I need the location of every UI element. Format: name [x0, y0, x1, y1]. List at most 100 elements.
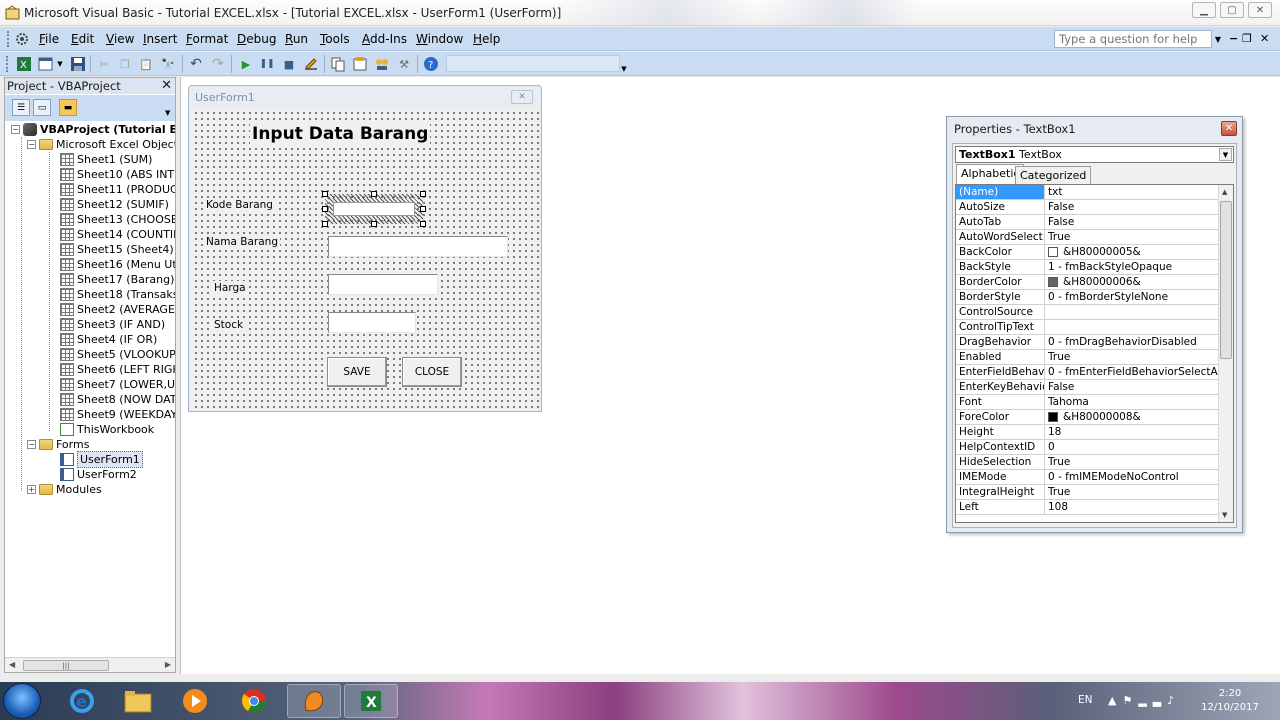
property-row[interactable]: AutoTab False [956, 215, 1218, 230]
property-value[interactable]: &H80000008& [1045, 410, 1218, 424]
chrome-icon[interactable] [227, 684, 281, 718]
property-row[interactable]: HideSelection True [956, 455, 1218, 470]
find-icon[interactable]: 🔭 [160, 56, 176, 72]
tree-item-sheet[interactable]: Sheet9 (WEEKDAY) [60, 407, 175, 422]
tree-item-sheet[interactable]: Sheet13 (CHOOSE) [60, 212, 175, 227]
property-row[interactable]: (Name) txt [956, 185, 1218, 200]
mdi-close-icon[interactable]: ✕ [1260, 32, 1269, 45]
label-kode-barang[interactable]: Kode Barang [204, 198, 275, 212]
project-toolbar-more-icon[interactable]: ▼ [165, 109, 170, 117]
toolbox-icon[interactable]: ⚒ [396, 56, 412, 72]
property-value[interactable]: Tahoma [1045, 395, 1218, 409]
tree-folder-excel-objects[interactable]: − Microsoft Excel Objects [27, 137, 175, 152]
design-mode-icon[interactable] [303, 56, 319, 72]
file-explorer-icon[interactable] [111, 684, 165, 718]
object-select[interactable]: TextBox1 TextBox ▼ [955, 146, 1234, 163]
property-row[interactable]: EnterFieldBehavior0 - fmEnterFieldBehavi… [956, 365, 1218, 380]
property-row[interactable]: HelpContextID 0 [956, 440, 1218, 455]
tree-item-sheet[interactable]: Sheet17 (Barang) [60, 272, 174, 287]
resize-handle[interactable] [322, 206, 328, 212]
property-value[interactable]: True [1045, 230, 1218, 244]
property-value[interactable]: 1 - fmBackStyleOpaque [1045, 260, 1218, 274]
menu-add-ins[interactable]: Add-Ins [362, 32, 407, 46]
paint-app-icon[interactable] [287, 684, 341, 718]
menu-view[interactable]: View [106, 32, 134, 46]
cut-icon[interactable]: ✂ [96, 56, 112, 72]
property-value[interactable]: 0 [1045, 440, 1218, 454]
property-value[interactable]: txt [1045, 185, 1218, 199]
resize-handle[interactable] [420, 206, 426, 212]
tree-item-sheet[interactable]: Sheet11 (PRODUCT, [60, 182, 175, 197]
tree-item-sheet[interactable]: Sheet3 (IF AND) [60, 317, 165, 332]
property-value[interactable]: &H80000005& [1045, 245, 1218, 259]
menu-insert[interactable]: Insert [143, 32, 177, 46]
property-value[interactable]: False [1045, 215, 1218, 229]
property-value[interactable]: 0 - fmDragBehaviorDisabled [1045, 335, 1218, 349]
property-value[interactable] [1045, 320, 1218, 334]
scroll-right-icon[interactable]: ▶ [165, 660, 171, 669]
menu-file[interactable]: File [39, 32, 59, 46]
start-button[interactable] [3, 683, 41, 719]
undo-icon[interactable]: ↶ [188, 56, 204, 72]
media-player-icon[interactable] [168, 684, 222, 718]
project-horizontal-scrollbar[interactable]: ◀ ||| ▶ [5, 657, 175, 672]
tree-item-sheet[interactable]: Sheet1 (SUM) [60, 152, 152, 167]
insert-dropdown-icon[interactable]: ▼ [56, 56, 64, 72]
menu-window[interactable]: Window [416, 32, 463, 46]
label-nama-barang[interactable]: Nama Barang [204, 235, 280, 249]
tree-item-userform1[interactable]: UserForm1 [60, 451, 143, 468]
break-icon[interactable]: ❚❚ [259, 56, 275, 72]
property-row[interactable]: IMEMode 0 - fmIMEModeNoControl [956, 470, 1218, 485]
resize-handle[interactable] [322, 191, 328, 197]
tree-item-sheet[interactable]: Sheet18 (Transaksi) [60, 287, 175, 302]
paste-icon[interactable]: 📋 [138, 56, 154, 72]
collapse-icon[interactable]: − [27, 140, 36, 149]
help-icon[interactable]: ? [423, 56, 439, 72]
resize-handle[interactable] [420, 191, 426, 197]
property-row[interactable]: BackStyle 1 - fmBackStyleOpaque [956, 260, 1218, 275]
property-row[interactable]: BorderColor &H80000006& [956, 275, 1218, 290]
property-row[interactable]: BackColor &H80000005& [956, 245, 1218, 260]
userform-canvas[interactable]: Input Data Barang Kode Barang Nama Baran… [191, 108, 539, 410]
collapse-icon[interactable]: − [11, 125, 20, 134]
tree-item-sheet[interactable]: Sheet10 (ABS INT R( [60, 167, 175, 182]
textbox-stock[interactable] [328, 312, 416, 333]
property-row[interactable]: AutoWordSelect True [956, 230, 1218, 245]
property-value[interactable]: False [1045, 380, 1218, 394]
resize-handle[interactable] [322, 221, 328, 227]
mdi-restore-icon[interactable]: ❐ [1242, 32, 1252, 45]
scroll-thumb[interactable] [1220, 201, 1232, 359]
property-value[interactable]: True [1045, 455, 1218, 469]
tree-item-thisworkbook[interactable]: ThisWorkbook [60, 422, 154, 437]
property-value[interactable] [1045, 305, 1218, 319]
copy-icon[interactable]: ❐ [117, 56, 133, 72]
property-row[interactable]: ControlTipText [956, 320, 1218, 335]
language-indicator[interactable]: EN [1078, 694, 1093, 706]
help-search-input[interactable] [1054, 30, 1212, 48]
mdi-minimize-icon[interactable]: − [1229, 32, 1238, 45]
property-value[interactable]: 0 - fmBorderStyleNone [1045, 290, 1218, 304]
property-value[interactable]: 0 - fmEnterFieldBehaviorSelectAll [1045, 365, 1218, 379]
save-button[interactable]: SAVE [327, 357, 387, 387]
view-excel-icon[interactable]: X [16, 56, 32, 72]
menu-debug[interactable]: Debug [237, 32, 276, 46]
toolbar-options-icon[interactable]: ▼ [620, 55, 628, 73]
menu-grip[interactable] [7, 31, 10, 47]
property-row[interactable]: AutoSize False [956, 200, 1218, 215]
tree-folder-forms[interactable]: − Forms [27, 437, 89, 452]
resize-handle[interactable] [371, 191, 377, 197]
menu-tools[interactable]: Tools [320, 32, 350, 46]
internet-explorer-icon[interactable]: e [55, 684, 109, 718]
property-row[interactable]: IntegralHeight True [956, 485, 1218, 500]
label-stock[interactable]: Stock [212, 318, 246, 332]
tree-item-userform2[interactable]: UserForm2 [60, 467, 137, 482]
userform-close-icon[interactable]: ✕ [511, 90, 533, 104]
scroll-down-icon[interactable]: ▼ [1222, 511, 1227, 519]
menu-help[interactable]: Help [473, 32, 500, 46]
property-row[interactable]: BorderStyle 0 - fmBorderStyleNone [956, 290, 1218, 305]
textbox-harga[interactable] [328, 274, 438, 295]
clock[interactable]: 2:20 12/10/2017 [1200, 687, 1260, 715]
property-row[interactable]: ControlSource [956, 305, 1218, 320]
menu-format[interactable]: Format [186, 32, 228, 46]
collapse-icon[interactable]: − [27, 440, 36, 449]
